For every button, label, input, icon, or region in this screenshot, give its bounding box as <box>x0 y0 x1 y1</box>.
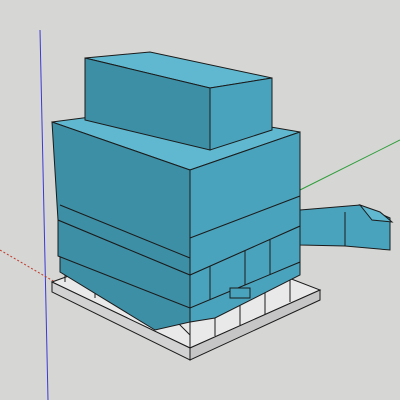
3d-viewport[interactable] <box>0 0 400 400</box>
duct <box>299 203 394 251</box>
red-axis <box>0 249 61 286</box>
green-axis <box>299 139 400 191</box>
blue-axis <box>39 29 49 400</box>
scene <box>0 29 400 400</box>
access-panel <box>229 287 251 299</box>
